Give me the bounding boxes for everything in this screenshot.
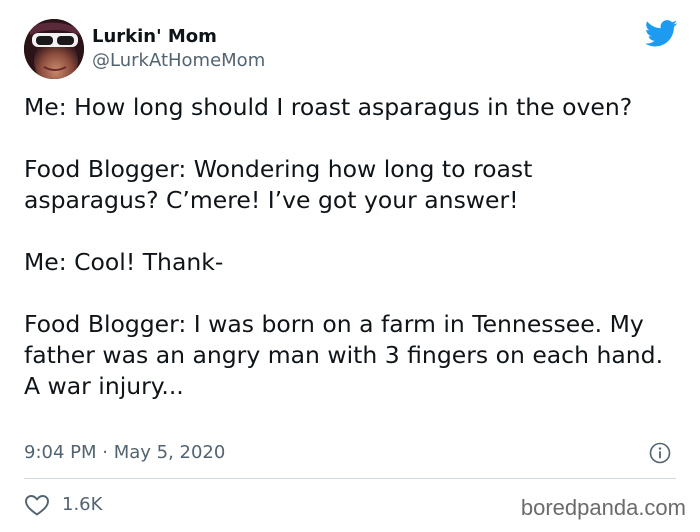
watermark: boredpanda.com	[520, 495, 686, 520]
user-identity: Lurkin' Mom @LurkAtHomeMom	[92, 25, 265, 73]
avatar-image	[24, 19, 84, 79]
tweet-text: Me: How long should I roast asparagus in…	[24, 92, 674, 402]
divider	[24, 478, 676, 479]
tweet-card: Lurkin' Mom @LurkAtHomeMom Me: How long …	[0, 0, 700, 532]
tweet-paragraph: Me: Cool! Thank-	[24, 248, 224, 276]
user-handle[interactable]: @LurkAtHomeMom	[92, 49, 265, 73]
like-count: 1.6K	[62, 494, 103, 515]
display-name[interactable]: Lurkin' Mom	[92, 25, 265, 49]
twitter-bird-icon[interactable]	[645, 20, 678, 47]
tweet-paragraph: Me: How long should I roast asparagus in…	[24, 93, 633, 121]
tweet-paragraph: Food Blogger: Wondering how long to roas…	[24, 155, 533, 214]
tweet-header: Lurkin' Mom @LurkAtHomeMom	[24, 18, 265, 80]
heart-icon[interactable]	[24, 493, 50, 517]
tweet-paragraph: Food Blogger: I was born on a farm in Te…	[24, 310, 664, 400]
tweet-actions: 1.6K	[24, 493, 102, 517]
info-icon[interactable]	[649, 442, 671, 464]
avatar[interactable]	[24, 19, 84, 79]
tweet-timestamp[interactable]: 9:04 PM · May 5, 2020	[24, 441, 225, 465]
